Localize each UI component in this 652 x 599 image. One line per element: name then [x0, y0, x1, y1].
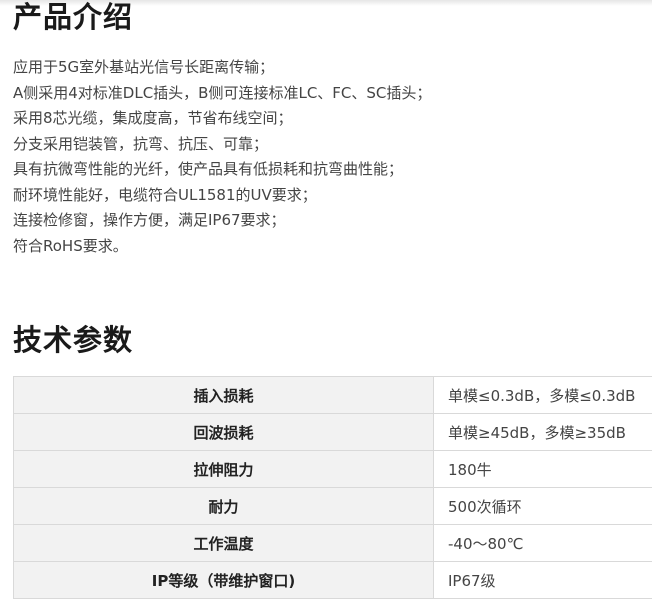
intro-item: A侧采用4对标准DLC插头，B侧可连接标准LC、FC、SC插头； — [13, 81, 431, 107]
intro-item: 应用于5G室外基站光信号长距离传输； — [13, 55, 431, 81]
intro-item: 连接检修窗，操作方便，满足IP67要求； — [13, 208, 431, 234]
spec-name: 插入损耗 — [14, 377, 434, 414]
table-row: 耐力 500次循环 — [14, 488, 652, 525]
intro-item: 耐环境性能好，电缆符合UL1581的UV要求； — [13, 183, 431, 209]
spec-name: 耐力 — [14, 488, 434, 525]
spec-name: 回波损耗 — [14, 414, 434, 451]
spec-value: -40～80℃ — [434, 525, 652, 562]
spec-value: 500次循环 — [434, 488, 652, 525]
spec-value: 单模≥45dB，多模≥35dB — [434, 414, 652, 451]
product-intro-title: 产品介绍 — [13, 0, 133, 34]
table-row: 工作温度 -40～80℃ — [14, 525, 652, 562]
intro-item: 采用8芯光缆，集成度高，节省布线空间； — [13, 106, 431, 132]
spec-name: 工作温度 — [14, 525, 434, 562]
tech-specs-title: 技术参数 — [13, 323, 133, 357]
table-row: IP等级（带维护窗口) IP67级 — [14, 562, 652, 599]
table-row: 回波损耗 单模≥45dB，多模≥35dB — [14, 414, 652, 451]
product-intro-list: 应用于5G室外基站光信号长距离传输； A侧采用4对标准DLC插头，B侧可连接标准… — [13, 55, 431, 259]
spec-value: 180牛 — [434, 451, 652, 488]
spec-value: 单模≤0.3dB，多模≤0.3dB — [434, 377, 652, 414]
table-row: 插入损耗 单模≤0.3dB，多模≤0.3dB — [14, 377, 652, 414]
table-row: 拉伸阻力 180牛 — [14, 451, 652, 488]
intro-item: 分支采用铠装管，抗弯、抗压、可靠； — [13, 132, 431, 158]
spec-name: IP等级（带维护窗口) — [14, 562, 434, 599]
intro-item: 具有抗微弯性能的光纤，使产品具有低损耗和抗弯曲性能； — [13, 157, 431, 183]
tech-specs-table: 插入损耗 单模≤0.3dB，多模≤0.3dB 回波损耗 单模≥45dB，多模≥3… — [13, 376, 652, 599]
spec-name: 拉伸阻力 — [14, 451, 434, 488]
intro-item: 符合RoHS要求。 — [13, 234, 431, 260]
spec-value: IP67级 — [434, 562, 652, 599]
